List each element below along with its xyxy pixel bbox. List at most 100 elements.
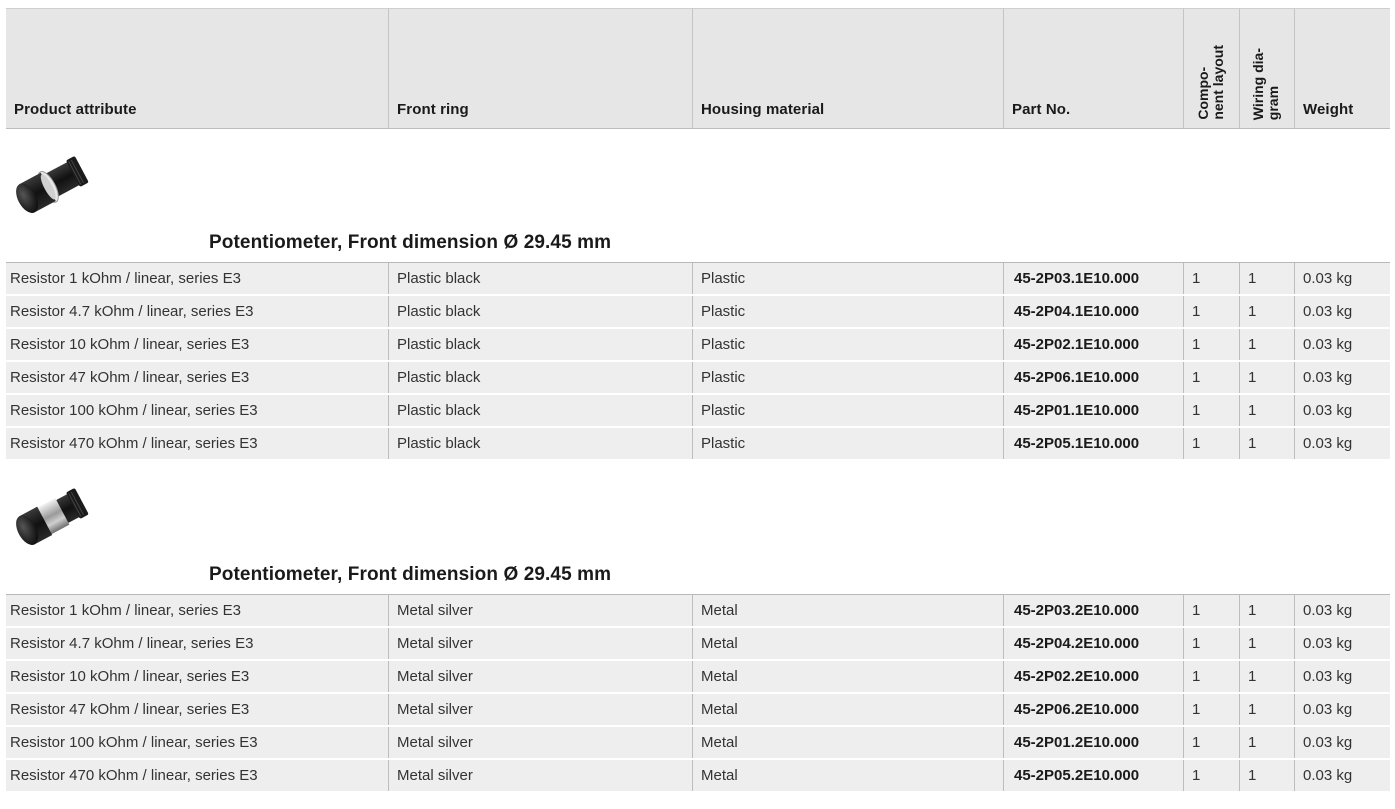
cell-part-number: 45-2P04.1E10.000 <box>1003 296 1183 327</box>
table-row: Resistor 1 kOhm / linear, series E3 Meta… <box>6 595 1390 628</box>
cell-front-ring: Plastic black <box>388 296 692 327</box>
cell-component-layout: 1 <box>1183 263 1239 294</box>
cell-housing-material: Plastic <box>692 428 1003 459</box>
header-housing-material-label: Housing material <box>701 101 825 118</box>
cell-product-attribute: Resistor 47 kOhm / linear, series E3 <box>10 701 250 718</box>
cell-front-ring: Metal silver <box>388 694 692 725</box>
cell-front-ring: Plastic black <box>388 362 692 393</box>
cell-component-layout: 1 <box>1183 428 1239 459</box>
cell-component-layout: 1 <box>1183 362 1239 393</box>
table-row: Resistor 1 kOhm / linear, series E3 Plas… <box>6 263 1390 296</box>
cell-front-ring: Plastic black <box>388 395 692 426</box>
section-rows-silver: Resistor 1 kOhm / linear, series E3 Meta… <box>6 594 1390 793</box>
cell-product-attribute: Resistor 1 kOhm / linear, series E3 <box>10 602 241 619</box>
cell-front-ring: Plastic black <box>388 263 692 294</box>
cell-part-number: 45-2P02.2E10.000 <box>1003 661 1183 692</box>
cell-front-ring: Metal silver <box>388 661 692 692</box>
cell-weight: 0.03 kg <box>1294 628 1358 659</box>
cell-product-attribute: Resistor 47 kOhm / linear, series E3 <box>10 369 250 386</box>
cell-wiring-diagram: 1 <box>1239 595 1294 626</box>
cell-product-attribute: Resistor 100 kOhm / linear, series E3 <box>10 734 258 751</box>
header-product-attribute-label: Product attribute <box>14 101 137 118</box>
cell-product-attribute: Resistor 1 kOhm / linear, series E3 <box>10 270 241 287</box>
cell-housing-material: Metal <box>692 595 1003 626</box>
cell-wiring-diagram: 1 <box>1239 296 1294 327</box>
cell-wiring-diagram: 1 <box>1239 362 1294 393</box>
cell-component-layout: 1 <box>1183 661 1239 692</box>
cell-housing-material: Plastic <box>692 329 1003 360</box>
section-potentiometer-black: Potentiometer, Front dimension Ø 29.45 m… <box>6 129 1390 262</box>
table-row: Resistor 4.7 kOhm / linear, series E3 Me… <box>6 628 1390 661</box>
cell-product-attribute: Resistor 100 kOhm / linear, series E3 <box>10 402 258 419</box>
cell-wiring-diagram: 1 <box>1239 428 1294 459</box>
cell-weight: 0.03 kg <box>1294 595 1358 626</box>
cell-housing-material: Plastic <box>692 263 1003 294</box>
cell-part-number: 45-2P01.2E10.000 <box>1003 727 1183 758</box>
table-row: Resistor 470 kOhm / linear, series E3 Pl… <box>6 428 1390 461</box>
header-weight: Weight <box>1294 9 1358 128</box>
table-row: Resistor 10 kOhm / linear, series E3 Pla… <box>6 329 1390 362</box>
cell-wiring-diagram: 1 <box>1239 628 1294 659</box>
section-rows-black: Resistor 1 kOhm / linear, series E3 Plas… <box>6 262 1390 461</box>
product-table: Product attribute Front ring Housing mat… <box>6 8 1390 793</box>
cell-housing-material: Metal <box>692 760 1003 791</box>
table-row: Resistor 47 kOhm / linear, series E3 Pla… <box>6 362 1390 395</box>
cell-product-attribute: Resistor 10 kOhm / linear, series E3 <box>10 668 250 685</box>
table-row: Resistor 47 kOhm / linear, series E3 Met… <box>6 694 1390 727</box>
cell-wiring-diagram: 1 <box>1239 395 1294 426</box>
cell-weight: 0.03 kg <box>1294 428 1358 459</box>
cell-weight: 0.03 kg <box>1294 727 1358 758</box>
cell-part-number: 45-2P01.1E10.000 <box>1003 395 1183 426</box>
table-row: Resistor 100 kOhm / linear, series E3 Pl… <box>6 395 1390 428</box>
cell-housing-material: Plastic <box>692 362 1003 393</box>
header-weight-label: Weight <box>1303 101 1354 118</box>
table-row: Resistor 10 kOhm / linear, series E3 Met… <box>6 661 1390 694</box>
cell-weight: 0.03 kg <box>1294 760 1358 791</box>
cell-part-number: 45-2P03.2E10.000 <box>1003 595 1183 626</box>
cell-part-number: 45-2P02.1E10.000 <box>1003 329 1183 360</box>
cell-product-attribute: Resistor 10 kOhm / linear, series E3 <box>10 336 250 353</box>
cell-part-number: 45-2P03.1E10.000 <box>1003 263 1183 294</box>
cell-part-number: 45-2P05.1E10.000 <box>1003 428 1183 459</box>
cell-front-ring: Plastic black <box>388 329 692 360</box>
header-product-attribute: Product attribute <box>6 9 388 128</box>
table-row: Resistor 100 kOhm / linear, series E3 Me… <box>6 727 1390 760</box>
header-front-ring: Front ring <box>388 9 692 128</box>
cell-weight: 0.03 kg <box>1294 395 1358 426</box>
cell-housing-material: Plastic <box>692 395 1003 426</box>
cell-component-layout: 1 <box>1183 694 1239 725</box>
cell-front-ring: Metal silver <box>388 760 692 791</box>
header-housing-material: Housing material <box>692 9 1003 128</box>
cell-front-ring: Plastic black <box>388 428 692 459</box>
cell-weight: 0.03 kg <box>1294 362 1358 393</box>
cell-front-ring: Metal silver <box>388 595 692 626</box>
cell-wiring-diagram: 1 <box>1239 263 1294 294</box>
cell-housing-material: Metal <box>692 628 1003 659</box>
cell-part-number: 45-2P05.2E10.000 <box>1003 760 1183 791</box>
cell-component-layout: 1 <box>1183 727 1239 758</box>
cell-wiring-diagram: 1 <box>1239 760 1294 791</box>
header-wiring-diagram-label: Wiring dia- gram <box>1250 47 1281 120</box>
cell-product-attribute: Resistor 4.7 kOhm / linear, series E3 <box>10 635 254 652</box>
header-wiring-diagram: Wiring dia- gram <box>1239 9 1294 128</box>
cell-wiring-diagram: 1 <box>1239 329 1294 360</box>
header-component-layout: Compo- nent layout <box>1183 9 1239 128</box>
cell-weight: 0.03 kg <box>1294 329 1358 360</box>
cell-wiring-diagram: 1 <box>1239 661 1294 692</box>
section-title: Potentiometer, Front dimension Ø 29.45 m… <box>209 232 612 253</box>
header-part-number: Part No. <box>1003 9 1183 128</box>
cell-front-ring: Metal silver <box>388 628 692 659</box>
cell-component-layout: 1 <box>1183 296 1239 327</box>
header-component-layout-label: Compo- nent layout <box>1194 45 1226 120</box>
cell-wiring-diagram: 1 <box>1239 727 1294 758</box>
cell-part-number: 45-2P04.2E10.000 <box>1003 628 1183 659</box>
potentiometer-silver-ring-image <box>16 488 89 545</box>
header-front-ring-label: Front ring <box>397 101 469 118</box>
section-title: Potentiometer, Front dimension Ø 29.45 m… <box>209 564 612 585</box>
cell-wiring-diagram: 1 <box>1239 694 1294 725</box>
table-row: Resistor 470 kOhm / linear, series E3 Me… <box>6 760 1390 793</box>
header-part-number-label: Part No. <box>1012 101 1071 118</box>
table-row: Resistor 4.7 kOhm / linear, series E3 Pl… <box>6 296 1390 329</box>
cell-component-layout: 1 <box>1183 595 1239 626</box>
cell-weight: 0.03 kg <box>1294 263 1358 294</box>
